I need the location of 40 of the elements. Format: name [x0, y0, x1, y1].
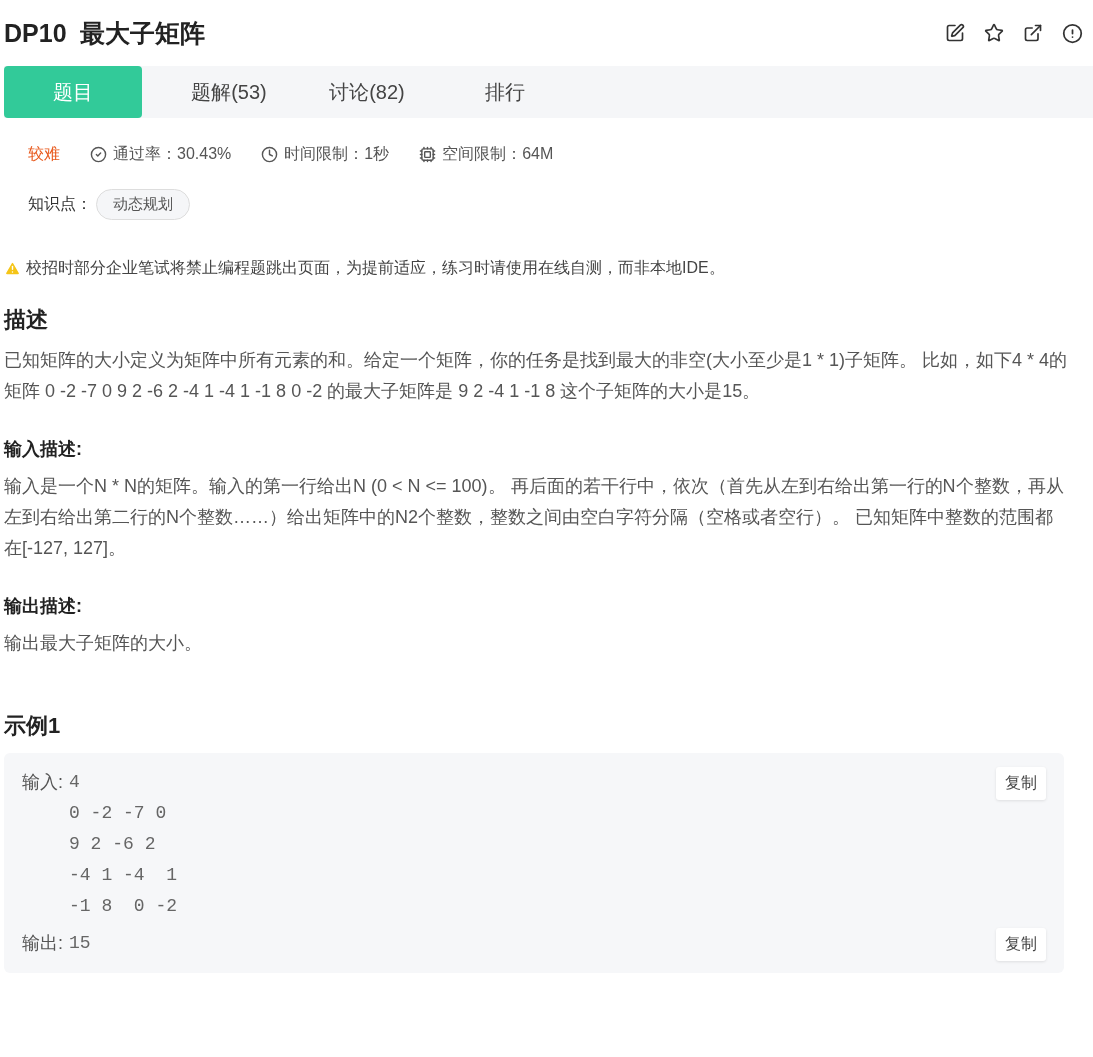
- chip-icon: [419, 146, 437, 163]
- code-line: 15: [69, 932, 91, 955]
- star-button[interactable]: [984, 23, 1004, 43]
- tab[interactable]: 题解(53): [160, 66, 298, 118]
- external-button[interactable]: [1023, 23, 1043, 43]
- external-link-icon: [1023, 23, 1043, 43]
- example-heading: 示例1: [4, 712, 62, 740]
- star-icon: [984, 23, 1004, 43]
- topic-tag[interactable]: 动态规划: [96, 189, 190, 220]
- knowledge-label: 知识点：: [28, 194, 92, 214]
- example-label: 输出:: [22, 932, 63, 955]
- tab[interactable]: 讨论(82): [298, 66, 436, 118]
- check-circle-icon: [90, 146, 107, 163]
- problem-title: DP10 最大子矩阵: [4, 17, 206, 49]
- code-line: -1 8 0 -2: [69, 895, 178, 918]
- edit-icon: [945, 23, 965, 43]
- section-heading: 输出描述:: [4, 595, 83, 618]
- section-heading: 输入描述:: [4, 438, 83, 461]
- warning-icon: [4, 260, 21, 277]
- info-button[interactable]: [1062, 22, 1083, 44]
- code-line: -4 1 -4 1: [69, 864, 178, 887]
- example-label: 输入:: [22, 771, 63, 794]
- section-text: 输入是一个N * N的矩阵。输入的第一行给出N (0 < N <= 100)。 再后面的若干行中，依次（首先从左到右给出第一行的N个整数，再从左到右给出第二行的N个整数……）给出矩阵中的N2个整数，整数之间由空白字符分隔（空格或者空行）。 已知矩阵中整数的范围都在[-127, 127]。: [4, 475, 1065, 560]
- code-line: 0 -2 -7 0: [69, 802, 168, 825]
- alert-icon: [1062, 22, 1083, 44]
- stat-text: 通过率：30.43%: [113, 144, 232, 164]
- code-line: 9 2 -6 2: [69, 833, 157, 856]
- section-heading: 描述: [4, 306, 49, 334]
- notice-text: 校招时部分企业笔试将禁止编程题跳出页面，为提前适应，练习时请使用在线自测，而非本地IDE。: [26, 258, 725, 278]
- section-text: 已知矩阵的大小定义为矩阵中所有元素的和。给定一个矩阵，你的任务是找到最大的非空(大小至少是1 * 1)子矩阵。 比如，如下4 * 4的矩阵 0 -2 -7 0 9 2 -6 2 -4 1 -4 1 -1 8 0 -2 的最大子矩阵是 9 2 -4 1 -1 8 这个子矩阵的大小是15。: [4, 349, 1069, 403]
- stat-text: 时间限制：1秒: [284, 144, 390, 164]
- section-text: 输出最大子矩阵的大小。: [4, 632, 203, 655]
- difficulty-label: 较难: [28, 144, 60, 164]
- tab[interactable]: 排行: [436, 66, 574, 118]
- copy-button[interactable]: 复制: [996, 767, 1046, 800]
- stat-text: 空间限制：64M: [442, 144, 554, 164]
- edit-button[interactable]: [945, 23, 965, 43]
- code-line: 4: [69, 771, 81, 794]
- clock-icon: [261, 146, 279, 163]
- copy-button[interactable]: 复制: [996, 928, 1046, 961]
